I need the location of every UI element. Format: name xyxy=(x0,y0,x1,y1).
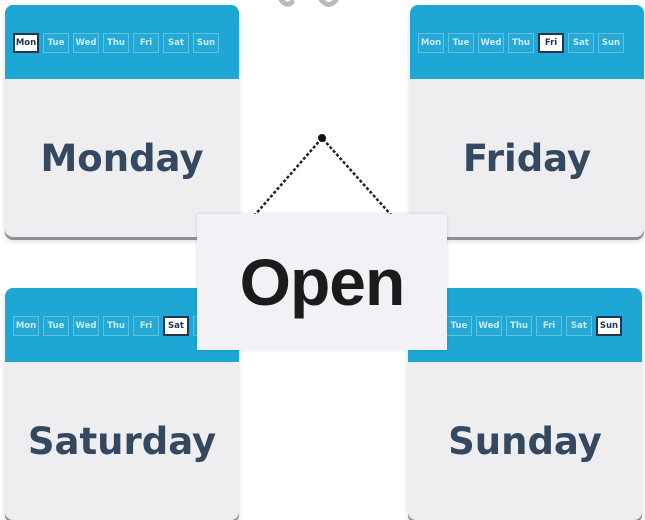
day-chip-tue[interactable]: Tue xyxy=(446,316,472,336)
day-chip-tue[interactable]: Tue xyxy=(448,33,474,53)
day-chip-thu[interactable]: Thu xyxy=(506,316,532,336)
calendar-card-monday: Mon Tue Wed Thu Fri Sat Sun Monday xyxy=(5,5,239,237)
day-chip-sat[interactable]: Sat xyxy=(163,33,189,53)
calendar-card-friday: Mon Tue Wed Thu Fri Sat Sun Friday xyxy=(410,5,644,237)
day-chip-wed[interactable]: Wed xyxy=(476,316,502,336)
day-chip-fri[interactable]: Fri xyxy=(536,316,562,336)
day-chip-sat[interactable]: Sat xyxy=(163,316,189,336)
day-chip-sun[interactable]: Sun xyxy=(596,316,622,336)
day-chip-sat[interactable]: Sat xyxy=(566,316,592,336)
day-chip-tue[interactable]: Tue xyxy=(43,316,69,336)
calendar-day-title: Sunday xyxy=(448,419,602,463)
day-selector: MonTueWedThuFriSatSun xyxy=(418,33,640,53)
day-chip-tue[interactable]: Tue xyxy=(43,33,69,53)
calendar-header-bar: MonTueWedThuFriSatSun xyxy=(410,5,644,79)
day-chip-thu[interactable]: Thu xyxy=(103,33,129,53)
day-chip-fri[interactable]: Fri xyxy=(133,33,159,53)
day-chip-mon[interactable]: Mon xyxy=(13,316,39,336)
day-chip-sat[interactable]: Sat xyxy=(568,33,594,53)
day-selector: MonTueWedThuFriSatSun xyxy=(13,33,235,53)
day-chip-wed[interactable]: Wed xyxy=(73,316,99,336)
day-chip-sun[interactable]: Sun xyxy=(598,33,624,53)
day-chip-sun[interactable]: Sun xyxy=(193,33,219,53)
day-chip-mon[interactable]: Mon xyxy=(418,33,444,53)
day-chip-thu[interactable]: Thu xyxy=(103,316,129,336)
sign-chain-icon xyxy=(253,134,393,217)
day-chip-fri[interactable]: Fri xyxy=(133,316,159,336)
hanging-decoration-icon xyxy=(278,0,339,7)
sign-text: Open xyxy=(239,245,406,319)
day-selector: MonTueWedThuFriSatSun xyxy=(416,316,638,336)
day-chip-thu[interactable]: Thu xyxy=(508,33,534,53)
day-chip-wed[interactable]: Wed xyxy=(478,33,504,53)
open-sign: Open xyxy=(197,214,447,350)
calendar-day-title: Saturday xyxy=(27,419,217,463)
day-chip-wed[interactable]: Wed xyxy=(73,33,99,53)
day-chip-fri[interactable]: Fri xyxy=(538,33,564,53)
day-chip-mon[interactable]: Mon xyxy=(13,33,39,53)
calendar-header-bar: MonTueWedThuFriSatSun xyxy=(5,5,239,79)
